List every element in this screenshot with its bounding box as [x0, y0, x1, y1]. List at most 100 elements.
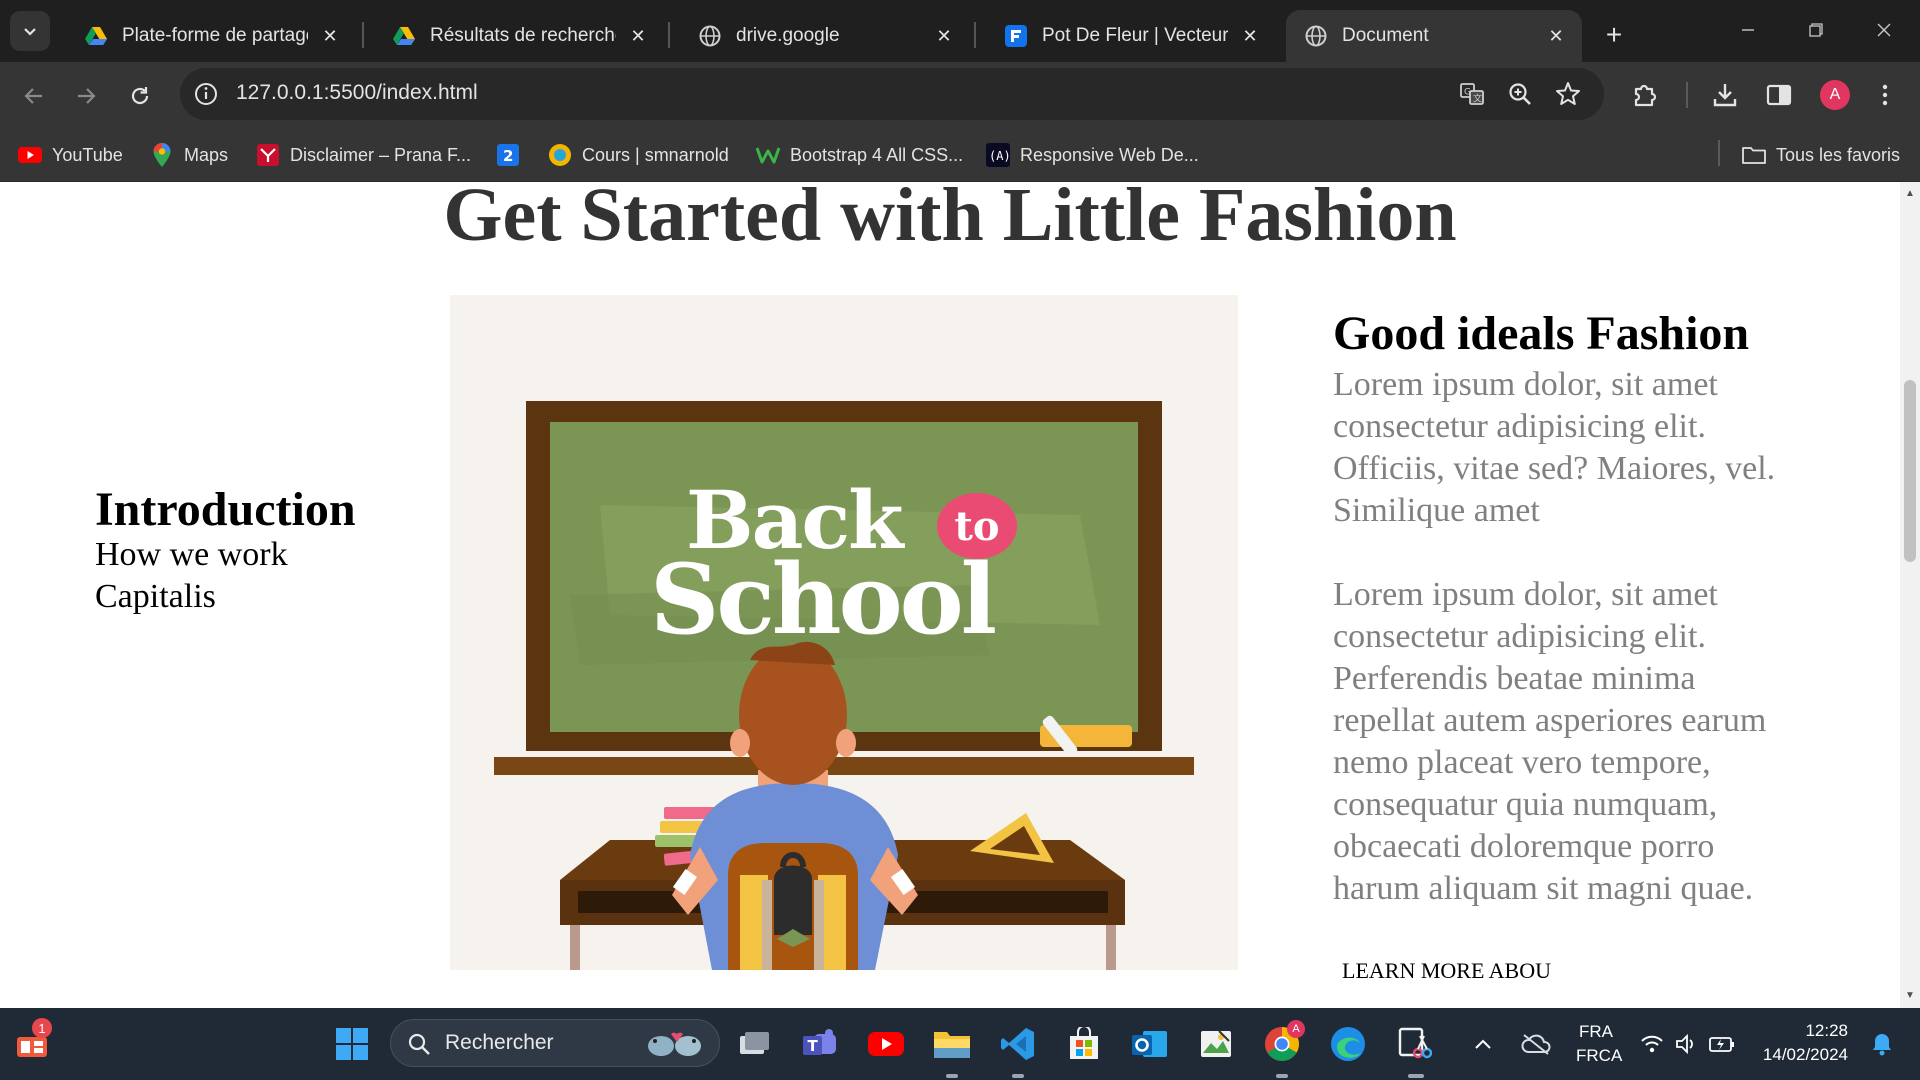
boy-ear	[730, 729, 750, 757]
boy-ear	[836, 729, 856, 757]
chrome-profile-badge: A	[1287, 1020, 1305, 1038]
more-menu-icon[interactable]	[1870, 80, 1900, 110]
teams-button[interactable]: T	[798, 1022, 842, 1066]
tab-freepik[interactable]: Pot De Fleur | Vecteurs et ✕	[986, 10, 1276, 62]
back-to-school-illustration: Back to School	[450, 295, 1238, 970]
youtube-icon	[18, 143, 42, 167]
bookmarks-separator	[1718, 140, 1720, 166]
how-we-work-link[interactable]: How we work	[95, 536, 288, 574]
task-view-icon	[740, 1032, 769, 1054]
close-icon[interactable]: ✕	[1238, 24, 1262, 48]
clock-date: 14/02/2024	[1762, 1045, 1848, 1064]
paragraph-2: Lorem ipsum dolor, sit amet consectetur …	[1333, 576, 1767, 907]
bookmark-youtube[interactable]: YouTube	[18, 141, 123, 169]
outlook-button[interactable]	[1128, 1022, 1172, 1066]
reload-button[interactable]	[120, 76, 160, 116]
minimize-button[interactable]	[1718, 10, 1778, 50]
youtube-icon	[868, 1032, 904, 1056]
youtube-app-button[interactable]	[864, 1022, 908, 1066]
restore-icon	[1809, 23, 1823, 37]
scrollbar-thumb[interactable]	[1904, 380, 1916, 562]
arrow-right-icon	[78, 88, 96, 104]
svg-text:(A): (A)	[989, 149, 1010, 163]
page-viewport: Get Started with Little Fashion Introduc…	[0, 182, 1900, 1008]
good-ideals-heading: Good ideals Fashion	[1333, 307, 1750, 360]
extensions-icon[interactable]	[1630, 80, 1660, 110]
bookmark-bootstrap[interactable]: Bootstrap 4 All CSS...	[756, 141, 963, 169]
tab-title: Plate-forme de partage d	[122, 25, 308, 46]
chalk-tray	[494, 757, 1194, 775]
backpack-strap-inner	[762, 880, 772, 970]
outlook-icon	[1132, 1031, 1167, 1057]
tab-title: Document	[1342, 25, 1429, 46]
download-icon[interactable]	[1710, 80, 1740, 110]
bookmark-number-2[interactable]: 2	[496, 141, 530, 169]
file-explorer-button[interactable]	[930, 1022, 974, 1066]
side-panel-icon[interactable]	[1764, 80, 1794, 110]
translate-icon[interactable]: G文	[1458, 80, 1486, 108]
tab-title: drive.google	[736, 25, 840, 46]
site-info-icon[interactable]	[192, 80, 220, 108]
new-tab-button[interactable]: +	[1596, 17, 1632, 53]
bookmark-label: Bootstrap 4 All CSS...	[790, 144, 964, 165]
bookmark-prana[interactable]: Disclaimer – Prana F...	[256, 141, 471, 169]
scroll-up-icon[interactable]: ▲	[1904, 188, 1916, 200]
task-view-button[interactable]	[732, 1022, 776, 1066]
microsoft-store-button[interactable]	[1062, 1022, 1106, 1066]
bookmark-star-icon[interactable]	[1554, 80, 1582, 108]
address-bar[interactable]: 127.0.0.1:5500/index.html G文	[180, 68, 1604, 120]
edge-button[interactable]	[1326, 1022, 1370, 1066]
onedrive-button[interactable]	[1516, 1022, 1556, 1066]
close-icon[interactable]: ✕	[1544, 24, 1568, 48]
start-button[interactable]	[330, 1022, 374, 1066]
tab-drive-google[interactable]: drive.google ✕	[680, 10, 970, 62]
close-icon[interactable]: ✕	[318, 24, 342, 48]
close-window-button[interactable]	[1854, 10, 1914, 50]
learn-more-link[interactable]: LEARN MORE ABOU	[1342, 958, 1551, 984]
vscode-button[interactable]	[996, 1022, 1040, 1066]
tab-title: Pot De Fleur | Vecteurs et	[1042, 25, 1228, 46]
tab-separator	[974, 22, 976, 48]
page-scrollbar[interactable]: ▲ ▼	[1900, 182, 1920, 1008]
forward-button[interactable]	[66, 76, 106, 116]
all-bookmarks-label: Tous les favoris	[1776, 144, 1901, 165]
bookmark-smnarnold[interactable]: Cours | smnarnold	[548, 141, 729, 169]
zoom-icon[interactable]	[1506, 80, 1534, 108]
store-icon	[1070, 1027, 1098, 1059]
image-editor-button[interactable]	[1194, 1022, 1238, 1066]
running-indicator	[1408, 1074, 1424, 1078]
tray-overflow-button[interactable]	[1468, 1022, 1498, 1066]
browser-toolbar: 127.0.0.1:5500/index.html G文 A	[0, 62, 1920, 128]
back-button[interactable]	[14, 76, 54, 116]
bookmark-maps[interactable]: Maps	[150, 141, 228, 169]
battery-button[interactable]	[1702, 1022, 1742, 1066]
snipping-tool-button[interactable]	[1392, 1022, 1436, 1066]
all-bookmarks-folder[interactable]: Tous les favoris	[1742, 141, 1900, 169]
tab-search-button[interactable]	[10, 11, 50, 51]
bell-icon	[1873, 1034, 1891, 1056]
close-icon[interactable]: ✕	[932, 24, 956, 48]
restore-button[interactable]	[1786, 10, 1846, 50]
url-text: 127.0.0.1:5500/index.html	[236, 81, 478, 104]
tab-google-drive-2[interactable]: Résultats de recherche - ✕	[374, 10, 664, 62]
minimize-icon	[1742, 29, 1754, 31]
close-icon[interactable]: ✕	[626, 24, 650, 48]
close-icon	[1877, 23, 1891, 37]
battery-charging-icon	[1709, 1037, 1734, 1052]
language-indicator[interactable]: FRA FRCA	[1576, 1022, 1622, 1066]
taskbar-search[interactable]: Rechercher	[390, 1019, 720, 1067]
tab-google-drive-1[interactable]: Plate-forme de partage d ✕	[66, 10, 356, 62]
desk-leg	[570, 925, 580, 970]
clock[interactable]: 12:28 14/02/2024	[1752, 1021, 1862, 1065]
volume-button[interactable]	[1666, 1022, 1706, 1066]
tab-document[interactable]: Document ✕	[1286, 10, 1582, 62]
tab-title: Résultats de recherche -	[430, 25, 616, 46]
notifications-button[interactable]	[1862, 1022, 1902, 1066]
bookmark-freecodecamp[interactable]: (A) Responsive Web De...	[986, 141, 1199, 169]
scroll-down-icon[interactable]: ▼	[1904, 990, 1916, 1002]
capitalis-link[interactable]: Capitalis	[95, 578, 216, 616]
svg-text:2: 2	[503, 147, 513, 165]
fcc-icon: (A)	[986, 143, 1010, 167]
profile-avatar[interactable]: A	[1820, 80, 1850, 110]
tab-separator	[668, 22, 670, 48]
